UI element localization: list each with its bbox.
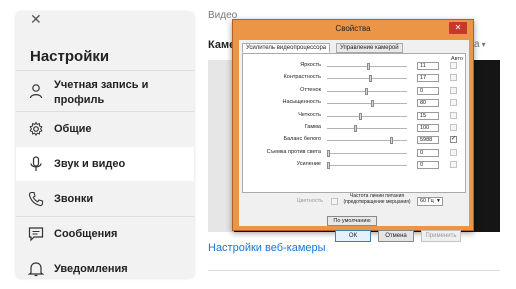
- slider-thumb[interactable]: [371, 100, 375, 108]
- auto-checkbox[interactable]: ✓: [450, 136, 457, 144]
- gear-icon: [29, 121, 43, 137]
- property-slider[interactable]: [327, 152, 407, 154]
- cancel-button[interactable]: Отмена: [378, 230, 414, 242]
- close-button[interactable]: ✕: [449, 22, 467, 34]
- property-label: Оттенок: [300, 86, 321, 93]
- auto-checkbox[interactable]: [450, 62, 457, 69]
- sidebar-item-label: Звук и видео: [54, 158, 126, 170]
- slider-thumb[interactable]: [366, 63, 370, 70]
- phone-icon: [28, 191, 44, 207]
- auto-checkbox[interactable]: [450, 148, 457, 156]
- property-label: Насыщенность: [282, 99, 321, 106]
- property-label: Четкость: [298, 111, 321, 118]
- slider-thumb[interactable]: [327, 149, 330, 157]
- slider-thumb[interactable]: [365, 87, 368, 95]
- property-value[interactable]: 0: [417, 148, 439, 157]
- powerline-select-value: 60 Гц: [420, 198, 434, 204]
- divider: [16, 70, 194, 71]
- sidebar-item-account[interactable]: Учетная запись и профиль: [16, 72, 194, 110]
- chevron-down-icon: ▼: [436, 198, 441, 204]
- property-value[interactable]: 0: [417, 161, 439, 170]
- property-slider[interactable]: [327, 115, 407, 117]
- property-value[interactable]: 100: [417, 124, 439, 132]
- auto-checkbox[interactable]: [450, 74, 457, 82]
- sidebar-item-label: Учетная запись и профиль: [54, 79, 149, 106]
- color-label: Цветность: [296, 198, 323, 204]
- properties-dialog: Свойства ✕ Усилитель видеопроцессора Упр…: [232, 19, 474, 242]
- property-slider[interactable]: [327, 78, 407, 80]
- auto-checkbox[interactable]: [450, 111, 457, 119]
- dialog-title: Свойства: [335, 24, 371, 33]
- property-label: Съемка против света: [266, 148, 321, 155]
- sidebar-item-calls[interactable]: Звонки: [16, 182, 194, 216]
- settings-title: Настройки: [30, 48, 110, 65]
- sidebar-item-messages[interactable]: Сообщения: [16, 217, 194, 251]
- property-value[interactable]: 11: [417, 62, 439, 70]
- property-label: Баланс белого: [283, 136, 322, 143]
- person-icon: [29, 84, 43, 99]
- auto-checkbox[interactable]: [450, 161, 457, 169]
- powerline-label: Частота линии питания (предотвращение ме…: [343, 193, 411, 205]
- auto-checkbox[interactable]: [450, 124, 457, 131]
- preview-edge: [208, 60, 234, 232]
- slider-thumb[interactable]: [390, 137, 394, 145]
- chat-icon: [28, 227, 44, 242]
- slider-thumb[interactable]: [358, 112, 362, 120]
- property-value[interactable]: 17: [417, 74, 439, 83]
- property-slider[interactable]: [327, 128, 407, 129]
- settings-sidebar: ✕ Настройки Учетная запись и профиль Общ…: [16, 12, 194, 278]
- close-icon[interactable]: ✕: [30, 13, 42, 27]
- bell-icon: [28, 262, 44, 277]
- property-label: Гамма: [304, 124, 321, 130]
- property-value[interactable]: 80: [417, 99, 439, 108]
- sidebar-item-audio-video[interactable]: Звук и видео: [16, 147, 194, 181]
- auto-checkbox[interactable]: [450, 86, 457, 94]
- slider-thumb[interactable]: [327, 162, 330, 170]
- sidebar-item-label: Общие: [54, 123, 92, 135]
- property-value[interactable]: 0: [417, 86, 439, 95]
- sidebar-item-label: Уведомления: [54, 263, 128, 275]
- default-button[interactable]: По умолчанию: [327, 216, 377, 226]
- divider: [208, 270, 500, 271]
- tab-camera-control[interactable]: Управление камерой: [336, 43, 403, 53]
- property-slider[interactable]: [327, 140, 407, 142]
- sidebar-item-label: Звонки: [54, 193, 94, 205]
- slider-thumb[interactable]: [353, 125, 357, 132]
- microphone-icon: [30, 156, 42, 171]
- ok-button[interactable]: ОК: [335, 230, 371, 242]
- property-value[interactable]: 5988: [417, 136, 439, 145]
- sidebar-item-label: Сообщения: [54, 228, 118, 240]
- property-slider[interactable]: [327, 103, 407, 105]
- property-value[interactable]: 15: [417, 111, 439, 120]
- color-enable-checkbox: [331, 198, 338, 205]
- slider-thumb[interactable]: [368, 75, 372, 83]
- webcam-settings-link[interactable]: Настройки веб-камеры: [208, 242, 326, 254]
- powerline-select[interactable]: 60 Гц ▼: [417, 197, 443, 206]
- property-label: Усиление: [296, 161, 321, 168]
- tab-video-proc-amp[interactable]: Усилитель видеопроцессора: [242, 43, 331, 53]
- camera-select[interactable]: а ▾: [474, 39, 486, 50]
- auto-checkbox[interactable]: [450, 99, 457, 107]
- apply-button[interactable]: Применить: [421, 230, 461, 242]
- property-label: Яркость: [300, 62, 321, 68]
- property-label: Контрастность: [283, 74, 321, 81]
- sidebar-item-general[interactable]: Общие: [16, 112, 194, 146]
- sidebar-item-notifications[interactable]: Уведомления: [16, 252, 194, 278]
- property-slider[interactable]: [327, 165, 407, 167]
- chevron-down-icon: ▾: [481, 40, 486, 49]
- camera-select-value: а: [474, 39, 480, 50]
- dialog-body: Усилитель видеопроцессора Управление кам…: [239, 40, 469, 242]
